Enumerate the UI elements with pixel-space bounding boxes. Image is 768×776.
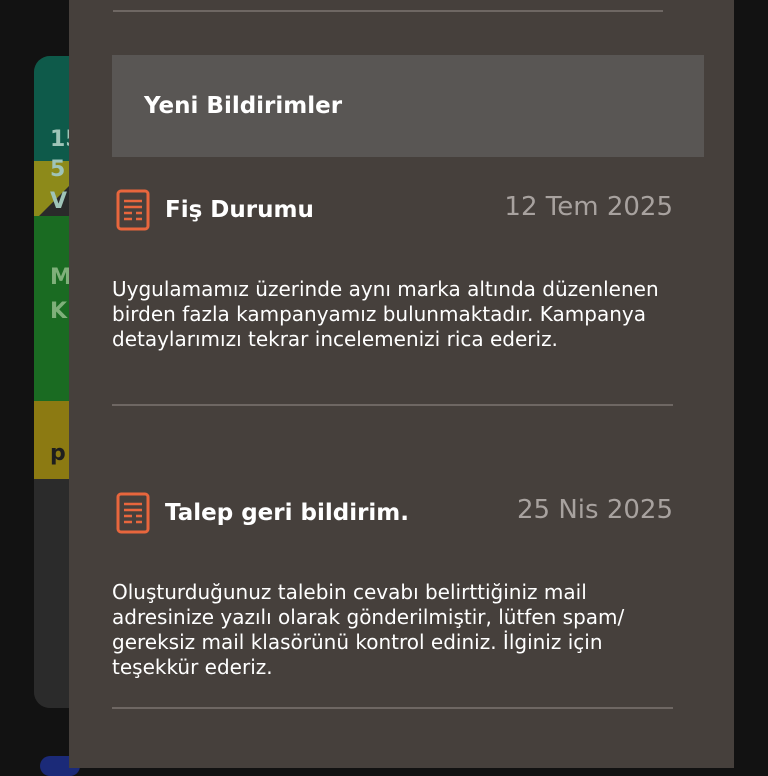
notifications-drawer: Yeni Bildirimler Fiş Durumu 12 Tem 2025 … (69, 0, 734, 768)
notification-body: Uygulamamız üzerinde aynı marka altında … (112, 277, 659, 351)
card-text: V (50, 189, 68, 214)
notification-title: Fiş Durumu (165, 197, 314, 223)
notification-date: 12 Tem 2025 (504, 192, 673, 222)
notification-date: 25 Nis 2025 (517, 495, 673, 525)
card-text: K (50, 299, 68, 324)
section-title: Yeni Bildirimler (144, 93, 343, 119)
divider (113, 10, 663, 12)
divider (112, 404, 673, 406)
card-text: p (50, 441, 66, 466)
card-text: 5 (50, 157, 66, 182)
section-header: Yeni Bildirimler (112, 55, 704, 157)
notification-title: Talep geri bildirim. (165, 500, 410, 526)
notification-body: Oluşturduğunuz talebin cevabı belirttiği… (112, 580, 625, 679)
receipt-icon (116, 492, 150, 534)
receipt-icon (116, 189, 150, 231)
divider (112, 707, 673, 709)
